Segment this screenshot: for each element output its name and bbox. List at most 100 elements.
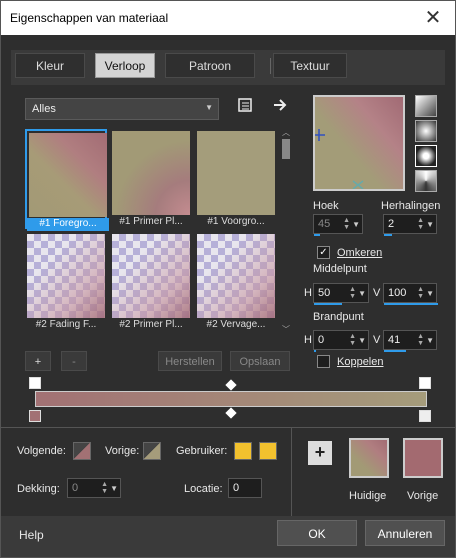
bottom-midpoint-marker[interactable] [225, 407, 237, 419]
angle-value: 45 [318, 218, 331, 230]
gradient-preview [112, 234, 190, 318]
focal-v-input[interactable]: 41 ▲ ▼ ▼ [383, 330, 437, 352]
save-button[interactable]: Opslaan [230, 351, 290, 371]
spin-arrows-icon[interactable]: ▲ ▼ [417, 333, 424, 347]
center-h-input[interactable]: 50 ▲ ▼ ▼ [313, 283, 369, 305]
focal-h-value: 0 [318, 334, 325, 346]
help-link[interactable]: Help [19, 528, 44, 542]
opacity-value: 0 [72, 482, 79, 494]
thumbnail-caption: #1 Voorgro... [207, 216, 265, 227]
chevron-down-icon[interactable]: ▼ [352, 220, 360, 229]
gradient-bar[interactable] [35, 391, 427, 407]
window-title: Eigenschappen van materiaal [10, 11, 169, 25]
repeats-value: 2 [388, 218, 395, 230]
link-checkbox[interactable] [317, 355, 330, 368]
gradient-thumbnail[interactable]: #2 Primer Pl... [110, 232, 192, 332]
thumbnail-caption: #1 Primer Pl... [119, 216, 183, 227]
angle-slider[interactable] [314, 234, 320, 236]
current-swatch[interactable] [349, 438, 389, 478]
start-color-stop[interactable] [29, 410, 41, 422]
end-stop-marker[interactable] [419, 377, 431, 389]
tab-patroon[interactable]: Patroon [165, 53, 255, 78]
gradient-preview [197, 131, 275, 215]
center-v-input[interactable]: 100 ▲ ▼ ▼ [383, 283, 438, 305]
top-midpoint-marker[interactable] [225, 379, 237, 391]
center-h-slider[interactable] [314, 303, 342, 305]
focal-v-slider[interactable] [384, 350, 406, 352]
center-h-value: 50 [318, 287, 331, 299]
previous-swatch[interactable] [143, 442, 161, 460]
reset-button[interactable]: Herstellen [158, 351, 222, 371]
spin-arrows-icon[interactable]: ▲ ▼ [349, 333, 356, 347]
repeats-slider[interactable] [384, 234, 392, 236]
add-gradient-button[interactable]: + [25, 351, 51, 371]
gradient-thumbnail[interactable]: #1 Foregro... [25, 129, 109, 231]
spin-arrows-icon[interactable]: ▲ ▼ [349, 286, 356, 300]
user-swatch-1[interactable] [234, 442, 252, 460]
thumbnail-caption: #2 Vervage... [206, 319, 266, 330]
gradient-preview [112, 131, 190, 215]
previous-label: Vorige: [105, 445, 140, 457]
ok-button[interactable]: OK [277, 520, 357, 546]
end-color-stop[interactable] [419, 410, 431, 422]
category-dropdown[interactable]: Alles ▼ [25, 98, 219, 120]
opacity-label: Dekking: [17, 483, 60, 495]
tab-kleur[interactable]: Kleur [15, 53, 85, 78]
add-to-library-button[interactable]: + [308, 441, 332, 465]
chevron-down-icon[interactable]: ▼ [358, 289, 366, 298]
linear-style-icon[interactable] [415, 95, 437, 117]
sunburst-style-icon[interactable] [415, 145, 437, 167]
thumbnail-scrollbar[interactable]: ︿ ﹀ [281, 127, 291, 335]
rectangular-style-icon[interactable] [415, 120, 437, 142]
thumbnail-caption: #2 Fading F... [35, 319, 97, 330]
chevron-down-icon[interactable]: ▼ [358, 336, 366, 345]
gradient-editor-preview[interactable] [313, 95, 405, 191]
chevron-down-icon[interactable]: ▼ [426, 220, 434, 229]
category-value: Alles [32, 103, 56, 115]
previous-material-swatch[interactable] [403, 438, 443, 478]
gradient-thumbnail[interactable]: #2 Fading F... [25, 232, 107, 332]
focal-h-slider[interactable] [314, 350, 316, 352]
chevron-down-icon[interactable]: ▼ [426, 336, 434, 345]
library-menu-icon[interactable] [237, 97, 253, 116]
chevron-down-icon[interactable]: ▼ [110, 484, 118, 493]
tab-bar: Kleur Verloop Patroon Textuur [11, 50, 445, 85]
user-swatch-2[interactable] [259, 442, 277, 460]
cancel-button[interactable]: Annuleren [365, 520, 445, 546]
spin-arrows-icon[interactable]: ▲ ▼ [101, 481, 108, 495]
spin-arrows-icon[interactable]: ▲ ▼ [343, 217, 350, 231]
thumbnail-caption: #1 Foregro... [27, 218, 109, 231]
focal-h-input[interactable]: 0 ▲ ▼ ▼ [313, 330, 369, 352]
gradient-thumbnail[interactable]: #1 Primer Pl... [110, 129, 192, 229]
remove-gradient-button[interactable]: - [61, 351, 87, 371]
next-swatch[interactable] [73, 442, 91, 460]
start-stop-marker[interactable] [29, 377, 41, 389]
scroll-up-icon[interactable]: ︿ [282, 127, 290, 138]
arrow-right-icon[interactable] [272, 97, 288, 116]
tab-verloop[interactable]: Verloop [95, 53, 155, 78]
opacity-input[interactable]: 0 ▲ ▼ ▼ [67, 478, 121, 498]
chevron-down-icon[interactable]: ▼ [426, 289, 434, 298]
title-bar: Eigenschappen van materiaal ✕ [1, 1, 455, 35]
close-icon[interactable]: ✕ [421, 5, 445, 30]
spin-arrows-icon[interactable]: ▲ ▼ [417, 217, 424, 231]
gradient-thumbnail[interactable]: #2 Vervage... [195, 232, 277, 332]
location-input[interactable]: 0 [228, 478, 262, 498]
center-label: Middelpunt [313, 263, 367, 275]
invert-label: Omkeren [337, 247, 383, 259]
chevron-down-icon: ▼ [205, 103, 213, 112]
invert-checkbox[interactable]: ✓ [317, 246, 330, 259]
scrollbar-thumb[interactable] [282, 139, 290, 159]
gradient-thumbnail[interactable]: #1 Voorgro... [195, 129, 277, 229]
radial-style-icon[interactable] [415, 170, 437, 192]
tab-textuur[interactable]: Textuur [273, 53, 347, 78]
divider [1, 427, 455, 428]
scroll-down-icon[interactable]: ﹀ [282, 324, 290, 335]
location-label: Locatie: [184, 483, 223, 495]
repeats-input[interactable]: 2 ▲ ▼ ▼ [383, 214, 437, 236]
spin-arrows-icon[interactable]: ▲ ▼ [417, 286, 424, 300]
focal-v-label: V [373, 334, 381, 346]
angle-input[interactable]: 45 ▲ ▼ ▼ [313, 214, 363, 236]
center-v-slider[interactable] [384, 303, 438, 305]
repeats-label: Herhalingen [381, 200, 441, 212]
